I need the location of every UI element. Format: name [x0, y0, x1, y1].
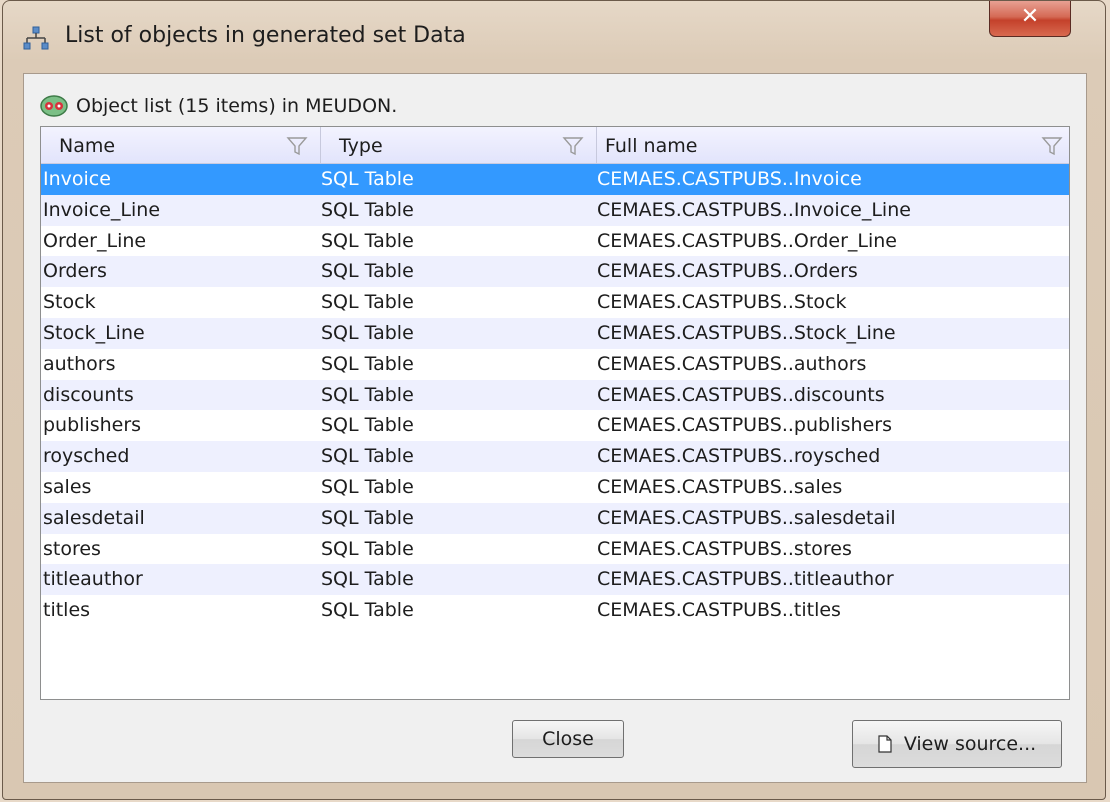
- object-list-icon: [40, 95, 68, 117]
- object-list-summary: Object list (15 items) in MEUDON.: [40, 91, 397, 121]
- cell-full-name: CEMAES.CASTPUBS..roysched: [597, 445, 881, 468]
- summary-text: Object list (15 items) in MEUDON.: [76, 95, 398, 117]
- cell-full-name: CEMAES.CASTPUBS..discounts: [597, 383, 885, 406]
- table-row[interactable]: Invoice SQL Table CEMAES.CASTPUBS..Invoice: [41, 164, 1069, 195]
- table-row[interactable]: Orders SQL Table CEMAES.CASTPUBS..Orders: [41, 256, 1069, 288]
- cell-full-name: CEMAES.CASTPUBS..stores: [597, 537, 852, 560]
- dialog-window: List of objects in generated set Data ✕ …: [2, 0, 1106, 800]
- cell-name: Invoice: [43, 168, 111, 190]
- view-source-button[interactable]: View source...: [852, 720, 1062, 768]
- cell-full-name: CEMAES.CASTPUBS..Order_Line: [597, 229, 897, 252]
- column-label-full-name: Full name: [605, 135, 698, 157]
- table-row[interactable]: Order_Line SQL Table CEMAES.CASTPUBS..Orde…: [41, 226, 1069, 257]
- column-label-type: Type: [339, 135, 383, 157]
- close-icon: ✕: [1020, 4, 1040, 29]
- cell-name: authors: [43, 352, 116, 375]
- window-title: List of objects in generated set Data: [65, 23, 466, 48]
- cell-name: publishers: [43, 414, 142, 437]
- object-table[interactable]: Name Type Full name Invoice SQL Table CE…: [40, 126, 1070, 700]
- cell-type: SQL Table: [321, 506, 414, 529]
- cell-full-name: CEMAES.CASTPUBS..titles: [597, 599, 841, 622]
- table-row[interactable]: titleauthor SQL Table CEMAES.CASTPUBS..tit…: [41, 564, 1069, 596]
- table-row[interactable]: Stock_Line SQL Table CEMAES.CASTPUBS..Stoc…: [41, 317, 1069, 349]
- table-row[interactable]: authors SQL Table CEMAES.CASTPUBS..authors: [41, 349, 1069, 380]
- filter-icon[interactable]: [1041, 135, 1063, 157]
- cell-full-name: CEMAES.CASTPUBS..Stock: [597, 291, 847, 314]
- close-button-label: Close: [542, 728, 594, 750]
- cell-type: SQL Table: [321, 599, 414, 622]
- cell-type: SQL Table: [321, 168, 414, 190]
- cell-type: SQL Table: [321, 229, 414, 252]
- table-header: Name Type Full name: [41, 127, 1069, 164]
- cell-name: Invoice_Line: [43, 198, 161, 221]
- column-header-full-name[interactable]: Full name: [597, 127, 1069, 163]
- cell-type: SQL Table: [321, 537, 414, 560]
- table-row[interactable]: roysched SQL Table CEMAES.CASTPUBS..roysch…: [41, 441, 1069, 472]
- cell-full-name: CEMAES.CASTPUBS..authors: [597, 352, 867, 375]
- filter-icon[interactable]: [562, 135, 584, 157]
- cell-full-name: CEMAES.CASTPUBS..Stock_Line: [597, 321, 896, 344]
- cell-type: SQL Table: [321, 414, 414, 437]
- dialog-content: Object list (15 items) in MEUDON. Name T…: [23, 73, 1087, 783]
- hierarchy-icon: [23, 26, 49, 50]
- cell-type: SQL Table: [321, 568, 414, 591]
- cell-full-name: CEMAES.CASTPUBS..titleauthor: [597, 568, 894, 591]
- cell-name: Orders: [43, 260, 107, 283]
- cell-name: Order_Line: [43, 229, 147, 252]
- table-row[interactable]: titles SQL Table CEMAES.CASTPUBS..titles: [41, 595, 1069, 626]
- table-row[interactable]: discounts SQL Table CEMAES.CASTPUBS..disco…: [41, 379, 1069, 411]
- cell-type: SQL Table: [321, 383, 414, 406]
- table-row[interactable]: sales SQL Table CEMAES.CASTPUBS..sales: [41, 472, 1069, 503]
- cell-full-name: CEMAES.CASTPUBS..Invoice: [597, 168, 862, 190]
- cell-type: SQL Table: [321, 321, 414, 344]
- cell-type: SQL Table: [321, 475, 414, 498]
- column-header-type[interactable]: Type: [321, 127, 597, 163]
- view-source-label: View source...: [903, 733, 1037, 755]
- cell-name: salesdetail: [43, 506, 145, 529]
- cell-name: Stock_Line: [43, 321, 145, 344]
- cell-name: titleauthor: [43, 568, 143, 591]
- cell-name: roysched: [43, 445, 130, 468]
- cell-type: SQL Table: [321, 352, 414, 375]
- cell-full-name: CEMAES.CASTPUBS..publishers: [597, 414, 892, 437]
- cell-type: SQL Table: [321, 198, 414, 221]
- cell-name: titles: [43, 599, 91, 622]
- table-row[interactable]: publishers SQL Table CEMAES.CASTPUBS..publ…: [41, 410, 1069, 441]
- cell-type: SQL Table: [321, 260, 414, 283]
- cell-full-name: CEMAES.CASTPUBS..Invoice_Line: [597, 198, 911, 221]
- cell-full-name: CEMAES.CASTPUBS..salesdetail: [597, 506, 896, 529]
- cell-name: stores: [43, 537, 101, 560]
- title-bar[interactable]: List of objects in generated set Data ✕: [3, 1, 1105, 71]
- cell-full-name: CEMAES.CASTPUBS..sales: [597, 475, 843, 498]
- cell-name: discounts: [43, 383, 134, 406]
- cell-type: SQL Table: [321, 445, 414, 468]
- window-close-button[interactable]: ✕: [989, 1, 1071, 37]
- cell-full-name: CEMAES.CASTPUBS..Orders: [597, 260, 858, 283]
- table-body: Invoice SQL Table CEMAES.CASTPUBS..Invoice…: [41, 164, 1069, 626]
- cell-type: SQL Table: [321, 291, 414, 314]
- filter-icon[interactable]: [286, 135, 308, 157]
- table-row[interactable]: stores SQL Table CEMAES.CASTPUBS..stores: [41, 534, 1069, 565]
- column-label-name: Name: [59, 135, 116, 157]
- close-button[interactable]: Close: [512, 720, 624, 758]
- cell-name: sales: [43, 475, 92, 498]
- document-icon: [878, 735, 892, 753]
- table-row[interactable]: Invoice_Line SQL Table CEMAES.CASTPUBS..In…: [41, 194, 1069, 226]
- table-row[interactable]: Stock SQL Table CEMAES.CASTPUBS..Stock: [41, 287, 1069, 318]
- column-header-name[interactable]: Name: [41, 127, 321, 163]
- table-row[interactable]: salesdetail SQL Table CEMAES.CASTPUBS..sal…: [41, 502, 1069, 534]
- cell-name: Stock: [43, 291, 96, 314]
